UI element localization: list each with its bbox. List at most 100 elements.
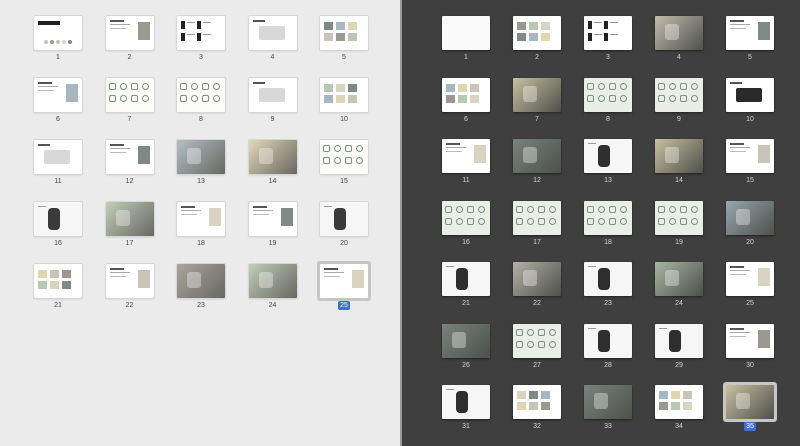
right-slide-thumbnail-12[interactable] [513,139,561,173]
text-line [109,276,126,277]
swatch [62,40,66,44]
text-line [252,210,273,211]
left-slide-thumbnail-3[interactable] [177,16,225,50]
left-slide-number-11: 11 [54,178,62,185]
sketch-mark [620,82,627,90]
sketch-mark [549,217,556,225]
right-slide-thumbnail-25[interactable] [726,262,774,296]
sketch-mark [202,83,209,90]
grid-photo [62,270,71,278]
title-text [38,21,60,25]
left-slide-thumbnail-22[interactable] [105,264,154,298]
left-slide-thumbnail-1[interactable] [34,16,82,50]
grid-photo [470,83,479,92]
photo-subject [452,331,466,348]
right-slide-thumbnail-26[interactable] [442,323,490,358]
left-slide-thumbnail-23[interactable] [177,264,225,298]
left-slide-thumbnail-8[interactable] [177,78,225,112]
left-slide-thumbnail-15[interactable] [320,140,368,174]
sketch-mark [669,205,676,213]
right-slide-number-24: 24 [675,300,683,307]
text-line [187,34,195,35]
left-slide-thumbnail-10[interactable] [320,78,368,112]
right-slide-thumbnail-17[interactable] [513,200,561,235]
left-slide-thumbnail-9[interactable] [248,78,297,112]
right-slide-thumbnail-30[interactable] [726,323,774,358]
right-slide-thumbnail-33[interactable] [584,385,632,419]
right-slide-thumbnail-35[interactable] [726,385,774,419]
right-slide-thumbnail-32[interactable] [513,385,561,419]
right-slide-thumbnail-9[interactable] [655,77,703,112]
right-slide-thumbnail-20[interactable] [726,200,774,235]
grid-photo [529,402,538,410]
left-slide-thumbnail-7[interactable] [105,78,154,112]
left-slide-thumbnail-21[interactable] [34,264,82,298]
right-slide-number-6: 6 [464,115,468,123]
right-slide-thumbnail-7[interactable] [513,77,561,112]
left-slide-thumbnail-13[interactable] [177,140,225,174]
right-slide-thumbnail-4[interactable] [655,16,703,50]
right-slide-thumbnail-24[interactable] [655,262,703,296]
left-slide-thumbnail-25[interactable] [320,264,368,298]
sketch-mark [130,95,138,102]
right-slide-thumbnail-2[interactable] [513,16,561,50]
text-line [610,22,618,23]
left-slide-thumbnail-17[interactable] [105,202,154,236]
right-slide-thumbnail-14[interactable] [655,139,703,173]
right-slide-number-22: 22 [533,300,541,307]
left-slide-thumbnail-20[interactable] [320,202,368,236]
heading-line [730,20,744,22]
photo-subject [187,272,201,288]
left-slide-thumbnail-6[interactable] [34,78,82,112]
left-slide-thumbnail-16[interactable] [34,202,82,236]
right-slide-thumbnail-18[interactable] [584,200,632,235]
right-slide-thumbnail-29[interactable] [655,323,703,358]
photo-image [177,264,225,298]
sketch-mark [620,217,627,225]
right-slide-thumbnail-11[interactable] [442,139,490,173]
right-slide-thumbnail-5[interactable] [726,16,774,50]
right-slide-number-32: 32 [533,423,541,430]
right-slide-thumbnail-19[interactable] [655,200,703,235]
sketch-mark [516,205,523,213]
right-slide-thumbnail-15[interactable] [726,139,774,173]
left-slide-thumbnail-14[interactable] [248,140,297,174]
right-slide-thumbnail-22[interactable] [513,262,561,296]
right-slide-thumbnail-16[interactable] [442,200,490,235]
grid-photo [446,94,455,103]
right-slide-thumbnail-21[interactable] [442,262,490,296]
left-slide-thumbnail-19[interactable] [248,202,297,236]
right-slide-number-9: 9 [677,115,681,123]
sketch-mark [598,82,605,90]
left-slide-thumbnail-12[interactable] [105,140,154,174]
text-line [109,152,126,153]
right-slide-thumbnail-31[interactable] [442,385,490,419]
right-slide-thumbnail-8[interactable] [584,77,632,112]
photo-image [655,16,703,50]
right-slide-thumbnail-10[interactable] [726,77,774,112]
grid-photo [683,402,692,410]
left-slide-thumbnail-18[interactable] [177,202,225,236]
right-slide-thumbnail-13[interactable] [584,139,632,173]
sketch-mark [334,145,341,152]
sketch-mark [549,328,556,336]
photo-image [513,77,561,112]
grid-photo [671,402,680,410]
left-slide-thumbnail-11[interactable] [34,140,82,174]
left-slide-thumbnail-24[interactable] [248,264,297,298]
right-slide-thumbnail-1[interactable] [442,16,490,50]
left-slide-thumbnail-5[interactable] [320,16,368,50]
text-line [181,214,197,215]
right-slide-thumbnail-3[interactable] [584,16,632,50]
right-slide-thumbnail-27[interactable] [513,323,561,358]
left-slide-thumbnail-4[interactable] [248,16,297,50]
right-slide-thumbnail-23[interactable] [584,262,632,296]
right-slide-thumbnail-28[interactable] [584,323,632,358]
right-slide-thumbnail-6[interactable] [442,77,490,112]
sketch-mark [323,157,330,164]
image-block [474,145,486,163]
right-slide-thumbnail-34[interactable] [655,385,703,419]
sketch-mark [478,205,485,213]
left-slide-thumbnail-2[interactable] [105,16,154,50]
right-slide-number-29: 29 [675,361,683,369]
